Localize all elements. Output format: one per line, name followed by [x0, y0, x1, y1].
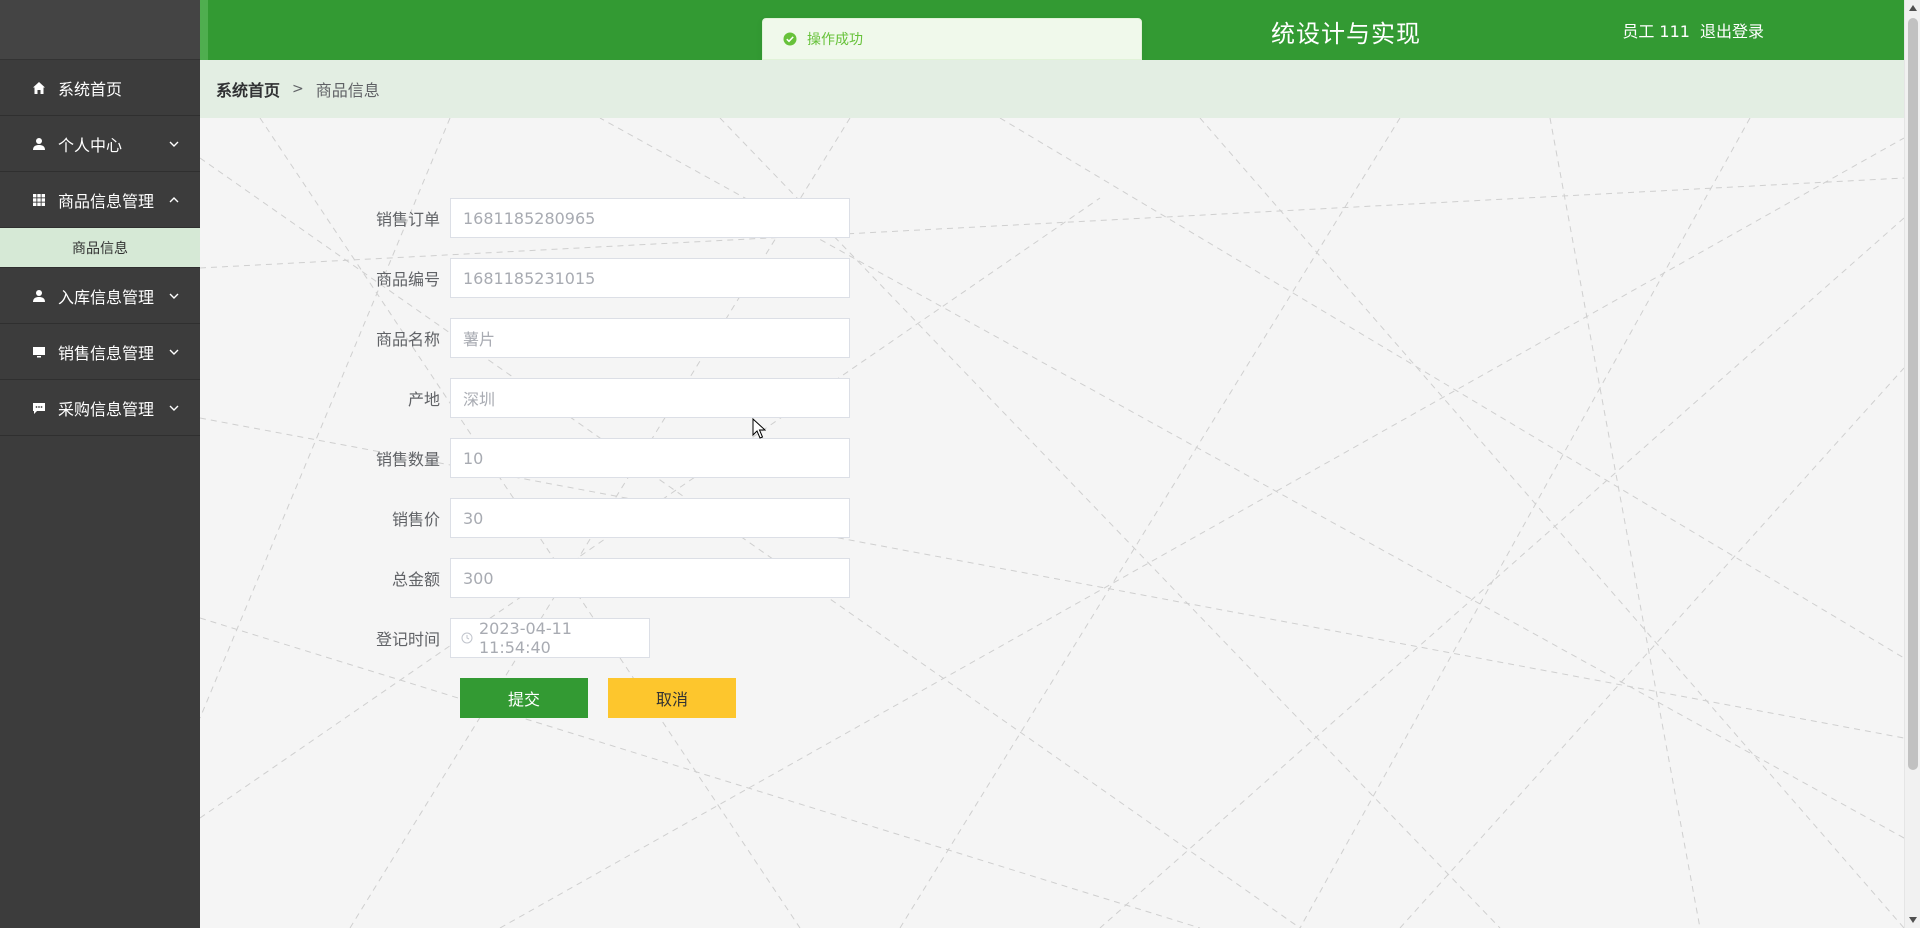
scroll-up-icon[interactable]: [1905, 0, 1920, 16]
sidebar-logo-area: [0, 0, 200, 60]
monitor-icon: [30, 343, 48, 361]
product-name-input[interactable]: 薯片: [450, 318, 850, 358]
user-area: 员工 111 退出登录: [1622, 18, 1764, 42]
price-label: 销售价: [391, 510, 440, 529]
sidebar-item-label: 入库信息管理: [58, 287, 155, 307]
form-row-register-time: 登记时间 2023-04-11 11:54:40: [200, 618, 650, 658]
sidebar-item-label: 采购信息管理: [58, 399, 155, 419]
chevron-down-icon: [168, 290, 180, 302]
sidebar: 系统首页 个人中心 商品信息管理 商品信息 入库信息管理 销售信息管理 采购信息…: [0, 0, 200, 928]
sidebar-item-profile[interactable]: 个人中心: [0, 116, 200, 172]
success-toast: 操作成功: [762, 18, 1142, 60]
quantity-label: 销售数量: [375, 450, 440, 469]
user-icon: [30, 287, 48, 305]
chevron-down-icon: [168, 138, 180, 150]
sidebar-item-product-management[interactable]: 商品信息管理: [0, 172, 200, 228]
total-label: 总金额: [391, 570, 440, 589]
sidebar-item-label: 系统首页: [58, 79, 123, 99]
breadcrumb: 系统首页 > 商品信息: [200, 60, 1904, 118]
register-time-value: 2023-04-11 11:54:40: [479, 619, 572, 657]
breadcrumb-separator: >: [292, 81, 304, 97]
sidebar-item-label: 销售信息管理: [58, 343, 155, 363]
logout-link[interactable]: 退出登录: [1700, 18, 1764, 42]
origin-input[interactable]: 深圳: [450, 378, 850, 418]
check-circle-icon: [783, 32, 797, 46]
page-title: 统设计与实现: [1271, 20, 1421, 48]
sidebar-item-purchase-management[interactable]: 采购信息管理: [0, 380, 200, 436]
scroll-thumb[interactable]: [1908, 18, 1918, 770]
chevron-down-icon: [168, 346, 180, 358]
product-code-input[interactable]: 1681185231015: [450, 258, 850, 298]
register-time-label: 登记时间: [375, 630, 440, 649]
page-scrollbar[interactable]: [1904, 0, 1920, 928]
clock-icon: [461, 632, 473, 644]
chevron-up-icon: [168, 194, 180, 206]
quantity-input[interactable]: 10: [450, 438, 850, 478]
form-row-product-name: 商品名称 薯片: [200, 318, 850, 358]
chat-icon: [30, 399, 48, 417]
form-row-product-code: 商品编号 1681185231015: [200, 258, 850, 298]
user-icon: [30, 135, 48, 153]
user-label: 员工 111: [1622, 22, 1690, 41]
price-input[interactable]: 30: [450, 498, 850, 538]
form-row-order: 销售订单 1681185280965: [200, 198, 850, 238]
toast-message: 操作成功: [807, 32, 863, 48]
form-row-origin: 产地 深圳: [200, 378, 850, 418]
form-row-price: 销售价 30: [200, 498, 850, 538]
register-time-picker[interactable]: 2023-04-11 11:54:40: [450, 618, 650, 658]
chevron-down-icon: [168, 402, 180, 414]
product-name-label: 商品名称: [375, 330, 440, 349]
form-row-total: 总金额 300: [200, 558, 850, 598]
mouse-cursor-icon: [752, 418, 766, 439]
breadcrumb-current: 商品信息: [315, 81, 380, 100]
sidebar-item-sales-management[interactable]: 销售信息管理: [0, 324, 200, 380]
product-code-label: 商品编号: [375, 270, 440, 289]
sidebar-subitem-label: 商品信息: [72, 240, 128, 257]
sidebar-item-label: 商品信息管理: [58, 191, 155, 211]
sidebar-subitem-product-info[interactable]: 商品信息: [0, 228, 200, 268]
breadcrumb-home[interactable]: 系统首页: [216, 77, 280, 101]
sidebar-item-label: 个人中心: [58, 135, 123, 155]
order-label: 销售订单: [375, 210, 440, 229]
cancel-button[interactable]: 取消: [608, 678, 736, 718]
total-input[interactable]: 300: [450, 558, 850, 598]
submit-button[interactable]: 提交: [460, 678, 588, 718]
home-icon: [30, 79, 48, 97]
form-row-quantity: 销售数量 10: [200, 438, 850, 478]
sidebar-item-stock-in-management[interactable]: 入库信息管理: [0, 268, 200, 324]
main-content: 销售订单 1681185280965 商品编号 1681185231015 商品…: [200, 118, 1904, 928]
sidebar-item-home[interactable]: 系统首页: [0, 60, 200, 116]
scroll-down-icon[interactable]: [1905, 912, 1920, 928]
origin-label: 产地: [407, 390, 440, 409]
order-input[interactable]: 1681185280965: [450, 198, 850, 238]
grid-icon: [30, 191, 48, 209]
